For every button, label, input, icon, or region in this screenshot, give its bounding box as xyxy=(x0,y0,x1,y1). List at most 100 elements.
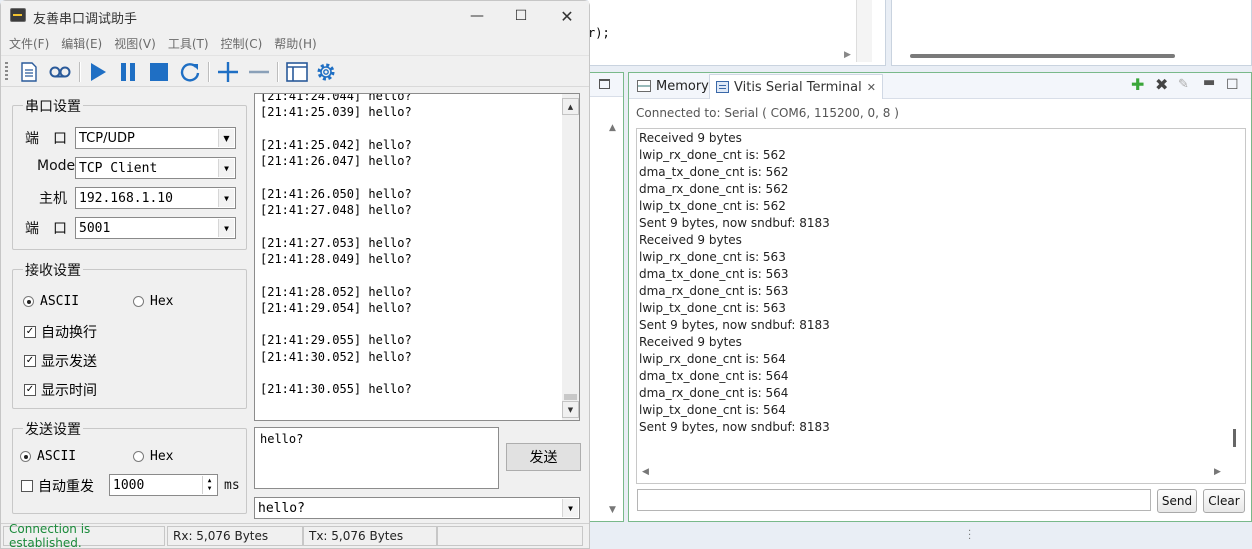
terminal-line: lwip_rx_done_cnt is: 563 xyxy=(639,250,786,264)
tab-memory-label: Memory xyxy=(656,78,709,94)
scroll-thumb[interactable] xyxy=(564,394,577,400)
menu-control[interactable]: 控制(C) xyxy=(221,35,263,52)
send-button[interactable]: 发送 xyxy=(506,443,581,471)
stepper-icon[interactable]: ▲ ▼ xyxy=(202,476,216,494)
tab-vitis-serial-terminal[interactable]: Vitis Serial Terminal ✕ xyxy=(709,74,883,99)
send-history-select[interactable]: hello? ▼ xyxy=(254,497,580,519)
add-icon[interactable] xyxy=(216,60,240,84)
terminal-line: lwip_tx_done_cnt is: 562 xyxy=(639,199,786,213)
menu-view[interactable]: 视图(V) xyxy=(114,35,156,52)
settings-gear-icon[interactable] xyxy=(314,60,338,84)
host-select[interactable]: 192.168.1.10 ▼ xyxy=(75,187,236,209)
scroll-up-icon[interactable]: ▲ xyxy=(609,123,616,133)
receive-line xyxy=(260,169,412,185)
terminal-horizontal-scrollbar[interactable]: ◀ ▶ xyxy=(638,465,1230,481)
close-button[interactable]: ✕ xyxy=(547,5,587,27)
toolbar-grip[interactable] xyxy=(5,62,8,82)
title-bar[interactable]: 友善串口调试助手 — ☐ ✕ xyxy=(1,1,589,31)
receive-line: [21:41:25.042] hello? xyxy=(260,137,412,152)
terminal-line: Sent 9 bytes, now sndbuf: 8183 xyxy=(639,420,830,434)
remove-icon[interactable]: ✖ xyxy=(1155,76,1168,94)
terminal-scroll-thumb[interactable] xyxy=(1233,429,1236,447)
menu-edit[interactable]: 编辑(E) xyxy=(61,35,102,52)
terminal-line: dma_rx_done_cnt is: 564 xyxy=(639,386,789,400)
port-label: 端 口 xyxy=(25,131,67,147)
port2-label: 端 口 xyxy=(25,221,67,237)
remove-icon[interactable] xyxy=(247,60,271,84)
tx-hex-radio[interactable]: Hex xyxy=(133,449,173,464)
stop-icon[interactable] xyxy=(147,60,171,84)
close-tab-icon[interactable]: ✕ xyxy=(867,81,876,94)
menu-file[interactable]: 文件(F) xyxy=(9,35,49,52)
receive-line: [21:41:29.055] hello? xyxy=(260,333,412,348)
menu-tools[interactable]: 工具(T) xyxy=(168,35,209,52)
show-send-checkbox[interactable]: ✓ 显示发送 xyxy=(24,351,97,371)
receive-line: [21:41:30.055] hello? xyxy=(260,382,412,397)
tab-memory[interactable]: Memory xyxy=(631,75,715,97)
ide-editor-pane: r); ▶ xyxy=(588,0,886,66)
pause-icon[interactable] xyxy=(116,60,140,84)
mode-select[interactable]: TCP Client ▼ xyxy=(75,157,236,179)
editor-vertical-scrollbar[interactable] xyxy=(856,0,872,62)
send-text-area[interactable]: hello? xyxy=(254,427,499,489)
terminal-line: Received 9 bytes xyxy=(639,131,742,145)
right-pane-scrollbar[interactable] xyxy=(910,54,1175,58)
chevron-down-icon[interactable]: ▼ xyxy=(562,499,578,517)
maximize-icon[interactable]: ☐ xyxy=(1226,76,1239,94)
show-time-checkbox[interactable]: ✓ 显示时间 xyxy=(24,380,97,400)
scroll-left-icon[interactable]: ◀ xyxy=(642,467,649,477)
clear-console-icon[interactable]: ✎ xyxy=(1178,76,1189,94)
receive-line xyxy=(260,365,412,381)
tx-bytes-counter: Tx: 5,076 Bytes xyxy=(303,526,437,546)
remote-port-select[interactable]: 5001 ▼ xyxy=(75,217,236,239)
record-icon[interactable] xyxy=(48,60,72,84)
scroll-up-icon[interactable]: ▲ xyxy=(562,98,579,115)
rx-bytes-counter: Rx: 5,076 Bytes xyxy=(167,526,303,546)
receive-line: [21:41:25.039] hello? xyxy=(260,105,412,120)
port-select[interactable]: TCP/UDP ▼ xyxy=(75,127,236,149)
maximize-button[interactable]: ☐ xyxy=(501,5,541,27)
auto-resend-label: 自动重发 xyxy=(38,479,94,495)
serial-settings-group: 串口设置 端 口 TCP/UDP ▼ Mode TCP Client ▼ 主机 … xyxy=(12,96,247,250)
terminal-output[interactable]: Received 9 bytes lwip_rx_done_cnt is: 562… xyxy=(636,128,1246,484)
receive-line: [21:41:24.044] hello? xyxy=(260,93,412,103)
receive-text-area[interactable]: [21:41:24.044] hello? [21:41:25.039] hell… xyxy=(254,93,580,421)
receive-vertical-scrollbar[interactable]: ▲ ▼ xyxy=(562,94,579,420)
window-layout-icon[interactable] xyxy=(285,60,309,84)
terminal-send-input[interactable] xyxy=(637,489,1151,511)
document-icon[interactable] xyxy=(17,60,41,84)
terminal-clear-button[interactable]: Clear xyxy=(1203,489,1245,513)
receive-lines: [21:41:24.044] hello? [21:41:25.039] hell… xyxy=(260,93,412,398)
app-icon xyxy=(10,8,26,22)
chevron-down-icon[interactable]: ▼ xyxy=(218,219,234,237)
chevron-down-icon[interactable]: ▼ xyxy=(218,129,234,147)
splitter-grip[interactable]: · · · xyxy=(968,527,971,545)
rx-ascii-radio[interactable]: ASCII xyxy=(23,294,79,309)
minimize-button[interactable]: — xyxy=(457,5,497,27)
scroll-down-icon[interactable]: ▼ xyxy=(562,401,579,418)
show-send-label: 显示发送 xyxy=(41,354,97,370)
scroll-right-icon[interactable]: ▶ xyxy=(1214,467,1221,477)
scroll-right-icon[interactable]: ▶ xyxy=(844,50,851,60)
refresh-icon[interactable] xyxy=(178,60,202,84)
chevron-down-icon[interactable]: ▼ xyxy=(218,159,234,177)
resend-interval-input[interactable]: 1000 ▲ ▼ xyxy=(109,474,218,496)
menu-help[interactable]: 帮助(H) xyxy=(274,35,316,52)
receive-line xyxy=(260,218,412,234)
tx-ascii-radio[interactable]: ASCII xyxy=(20,449,76,464)
connect-play-icon[interactable] xyxy=(86,60,110,84)
auto-wrap-checkbox[interactable]: ✓ 自动换行 xyxy=(24,322,97,342)
auto-resend-checkbox[interactable]: 自动重发 xyxy=(21,476,94,496)
maximize-icon[interactable] xyxy=(599,79,610,89)
mode-value: TCP Client xyxy=(79,160,158,176)
chevron-down-icon[interactable]: ▼ xyxy=(218,189,234,207)
terminal-line: lwip_rx_done_cnt is: 562 xyxy=(639,148,786,162)
minimize-icon[interactable]: ▬ xyxy=(1203,74,1215,92)
terminal-line: Received 9 bytes xyxy=(639,233,742,247)
rx-hex-radio[interactable]: Hex xyxy=(133,294,173,309)
radio-selected-icon xyxy=(20,451,31,462)
add-port-icon[interactable]: ✚ xyxy=(1131,76,1144,94)
receive-line: [21:41:28.052] hello? xyxy=(260,284,412,299)
scroll-down-icon[interactable]: ▼ xyxy=(609,505,616,515)
terminal-send-button[interactable]: Send xyxy=(1157,489,1197,513)
